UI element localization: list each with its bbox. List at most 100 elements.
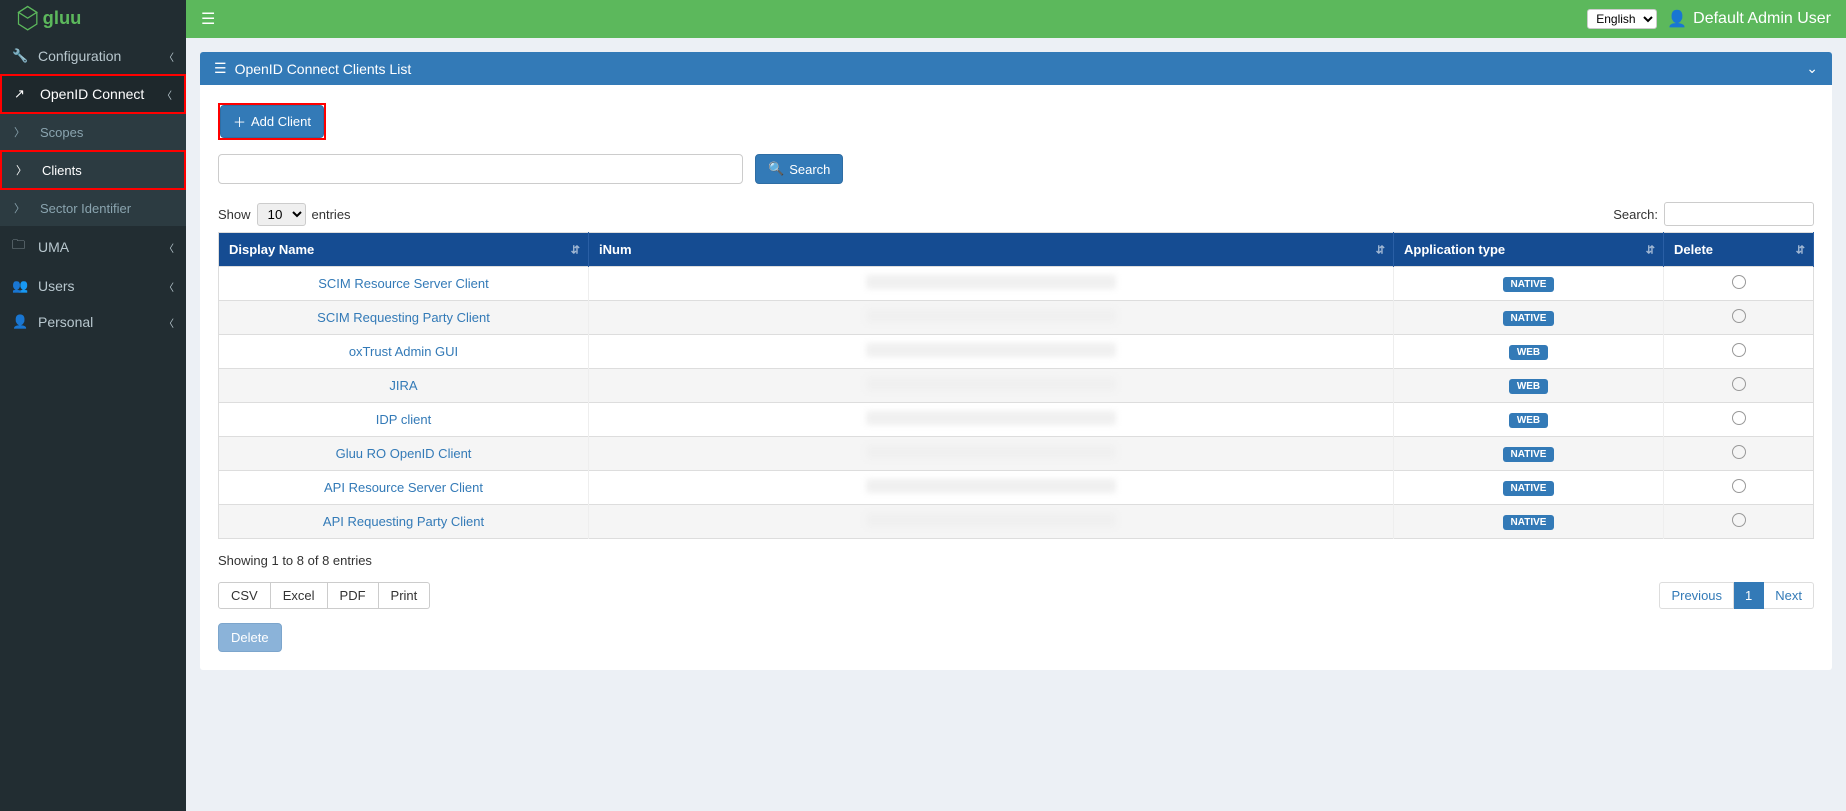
sidebar-item-label: OpenID Connect [40,86,144,102]
hamburger-icon[interactable]: ☰ [201,9,215,29]
sidebar-subitem-scopes[interactable]: 〉 Scopes [0,114,186,150]
sidebar-item-label: Personal [38,314,93,330]
client-name-link[interactable]: Gluu RO OpenID Client [219,437,589,471]
app-type-badge: NATIVE [1503,515,1555,530]
chevron-down-icon[interactable]: ⌄ [1806,60,1818,77]
page-previous-button[interactable]: Previous [1659,582,1734,609]
delete-radio[interactable] [1732,513,1746,527]
pagination: Previous 1 Next [1659,582,1814,609]
blurred-inum [866,513,1116,527]
chevron-right-icon: 〉 [14,124,32,140]
page-length-select[interactable]: 10 [257,203,306,226]
blurred-inum [866,343,1116,357]
client-name-link[interactable]: SCIM Resource Server Client [219,267,589,301]
client-inum-cell [589,335,1394,369]
delete-radio[interactable] [1732,377,1746,391]
client-name-link[interactable]: oxTrust Admin GUI [219,335,589,369]
sidebar-item-label: Sector Identifier [40,201,131,216]
blurred-inum [866,275,1116,289]
sort-icon: ⇵ [1376,243,1385,256]
client-delete-cell [1664,403,1814,437]
col-delete[interactable]: Delete⇵ [1664,233,1814,267]
user-menu[interactable]: 👤 Default Admin User [1667,9,1831,29]
sort-icon: ⇵ [1646,243,1655,256]
chevron-left-icon: 〈 [162,87,172,102]
sidebar-item-label: Clients [42,163,82,178]
search-label: Search [789,162,830,177]
delete-radio[interactable] [1732,343,1746,357]
list-icon: ☰ [214,60,227,77]
sidebar-item-label: Configuration [38,48,121,64]
client-search-input[interactable] [218,154,743,184]
blurred-inum [866,411,1116,425]
panel-header: ☰ OpenID Connect Clients List ⌄ [200,52,1832,85]
plus-icon: ＋ [233,112,246,131]
page-next-button[interactable]: Next [1764,582,1814,609]
delete-radio[interactable] [1732,275,1746,289]
export-excel-button[interactable]: Excel [271,582,328,609]
client-name-link[interactable]: API Requesting Party Client [219,505,589,539]
language-select[interactable]: English [1587,9,1657,29]
blurred-inum [866,377,1116,391]
sidebar-item-configuration[interactable]: 🔧 Configuration 〈 [0,38,186,74]
client-inum-cell [589,403,1394,437]
client-type-cell: NATIVE [1394,267,1664,301]
chevron-left-icon: 〈 [164,315,174,330]
folder-icon: 🗀 [12,236,30,258]
client-delete-cell [1664,505,1814,539]
client-type-cell: NATIVE [1394,471,1664,505]
client-name-link[interactable]: JIRA [219,369,589,403]
sidebar-item-users[interactable]: 👥 Users 〈 [0,268,186,304]
users-icon: 👥 [12,278,30,294]
sidebar-subitem-clients[interactable]: 〉 Clients [0,150,186,190]
sidebar-subitem-sector-identifier[interactable]: 〉 Sector Identifier [0,190,186,226]
chevron-left-icon: 〈 [164,279,174,294]
client-type-cell: NATIVE [1394,301,1664,335]
sidebar-item-openid-connect[interactable]: ↗ OpenID Connect 〈 [0,74,186,114]
col-inum[interactable]: iNum⇵ [589,233,1394,267]
client-name-link[interactable]: API Resource Server Client [219,471,589,505]
export-pdf-button[interactable]: PDF [328,582,379,609]
table-row: Gluu RO OpenID Client NATIVE [219,437,1814,471]
table-search-label: Search: [1613,207,1658,222]
table-row: API Resource Server Client NATIVE [219,471,1814,505]
client-type-cell: WEB [1394,403,1664,437]
delete-radio[interactable] [1732,445,1746,459]
chevron-right-icon: 〉 [16,162,34,178]
client-delete-cell [1664,437,1814,471]
table-search-input[interactable] [1664,202,1814,226]
clients-table: Display Name⇵ iNum⇵ Application type⇵ De… [218,232,1814,539]
client-type-cell: NATIVE [1394,505,1664,539]
app-type-badge: NATIVE [1503,447,1555,462]
delete-radio[interactable] [1732,479,1746,493]
client-name-link[interactable]: SCIM Requesting Party Client [219,301,589,335]
client-inum-cell [589,267,1394,301]
logo[interactable]: gluu [0,0,186,38]
app-type-badge: NATIVE [1503,311,1555,326]
client-name-link[interactable]: IDP client [219,403,589,437]
col-display-name[interactable]: Display Name⇵ [219,233,589,267]
sidebar-item-uma[interactable]: 🗀 UMA 〈 [0,226,186,268]
user-icon: 👤 [12,314,30,330]
app-type-badge: NATIVE [1503,481,1555,496]
export-print-button[interactable]: Print [379,582,431,609]
user-icon: 👤 [1667,9,1687,29]
user-name-label: Default Admin User [1693,10,1831,28]
chevron-right-icon: 〉 [14,200,32,216]
table-info: Showing 1 to 8 of 8 entries [218,553,1814,568]
client-delete-cell [1664,335,1814,369]
col-application-type[interactable]: Application type⇵ [1394,233,1664,267]
delete-radio[interactable] [1732,411,1746,425]
search-button[interactable]: 🔍 Search [755,154,843,184]
sidebar-nav: 🔧 Configuration 〈 ↗ OpenID Connect 〈 〉 S… [0,38,186,340]
panel-title: OpenID Connect Clients List [235,61,412,77]
client-inum-cell [589,369,1394,403]
page-1-button[interactable]: 1 [1734,582,1764,609]
delete-radio[interactable] [1732,309,1746,323]
delete-button[interactable]: Delete [218,623,282,652]
sidebar-item-label: Users [38,278,75,294]
sidebar-item-personal[interactable]: 👤 Personal 〈 [0,304,186,340]
export-csv-button[interactable]: CSV [218,582,271,609]
blurred-inum [866,479,1116,493]
add-client-button[interactable]: ＋ Add Client [220,105,324,138]
